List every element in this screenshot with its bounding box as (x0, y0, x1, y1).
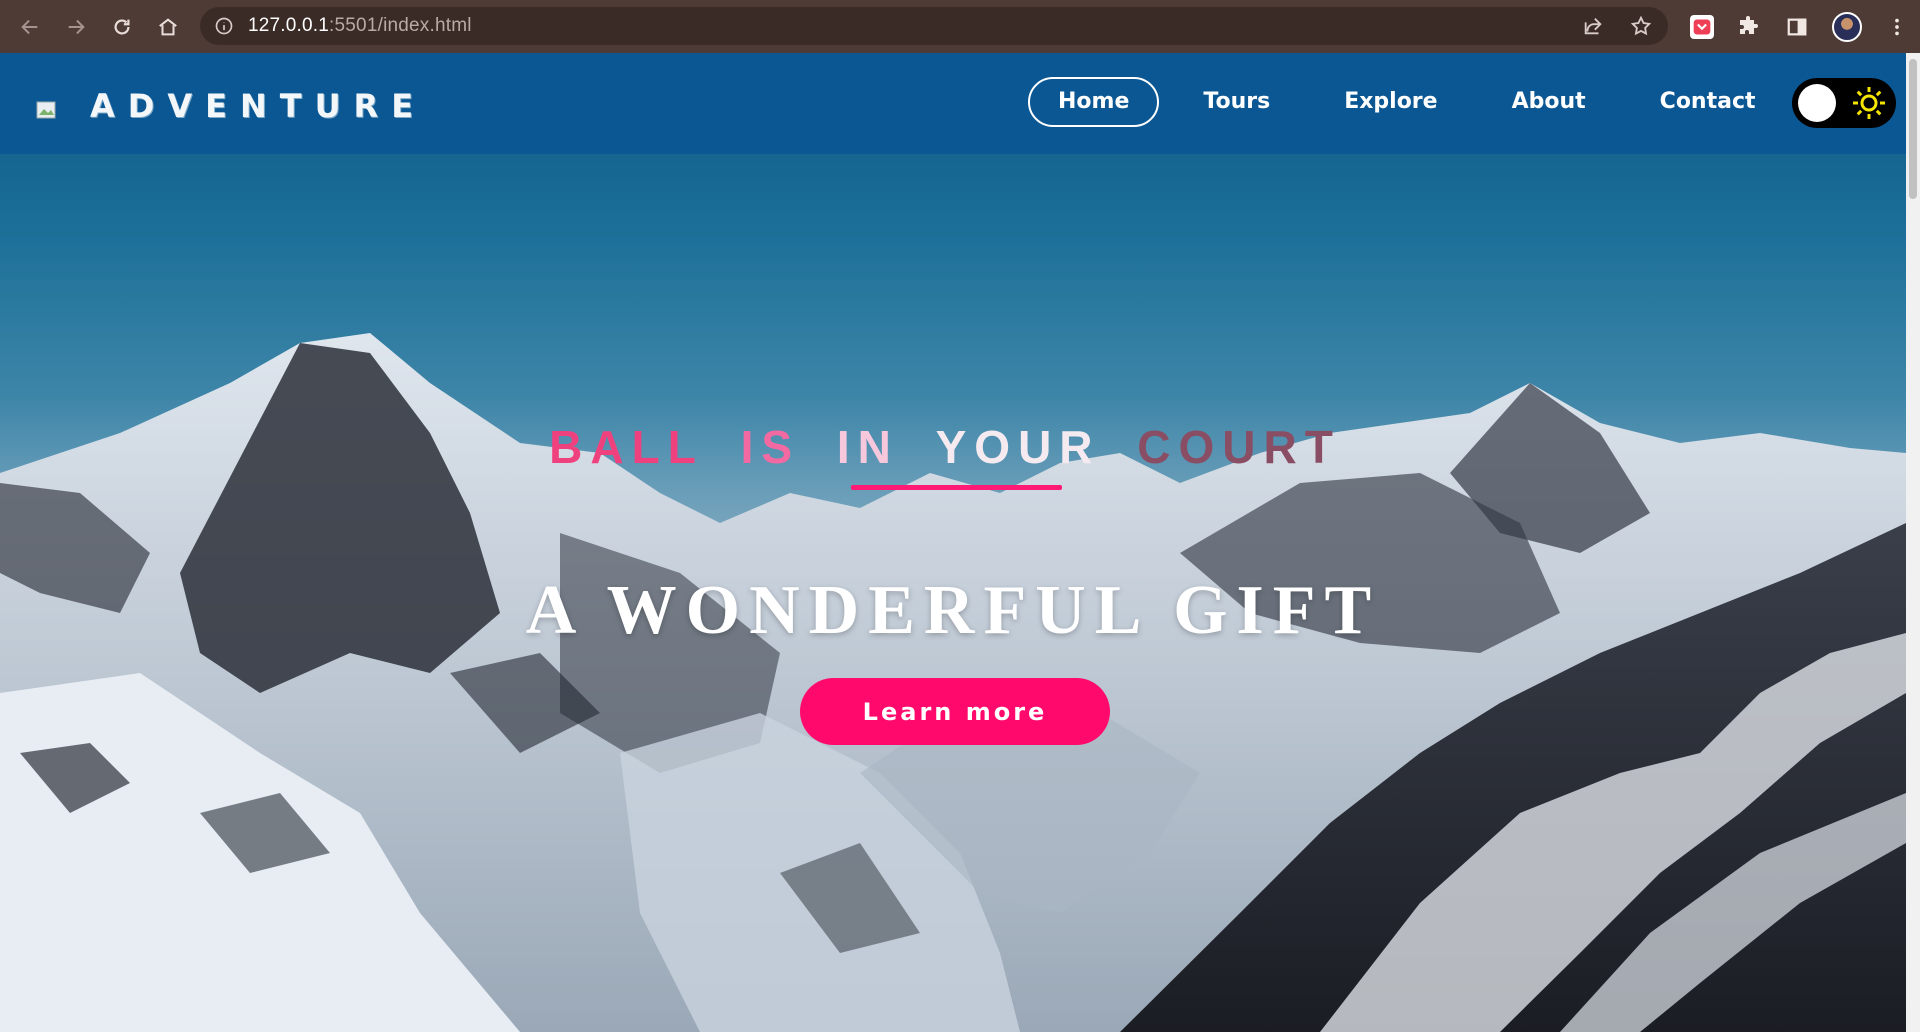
site-header: ADVENTURE Home Tours Explore About Conta… (0, 53, 1906, 154)
tagline-word-3: IN (836, 421, 899, 473)
browser-menu-icon[interactable] (1884, 14, 1910, 40)
browser-toolbar: 127.0.0.1:5501/index.html (0, 0, 1920, 53)
hero-tagline: BALL IS IN YOUR COURT (0, 420, 1906, 474)
home-icon[interactable] (150, 9, 186, 45)
tagline-underline (851, 485, 1062, 490)
learn-more-button[interactable]: Learn more (800, 678, 1110, 745)
mountain-background-image (0, 333, 1906, 1032)
forward-arrow-icon[interactable] (58, 9, 94, 45)
scrollbar-thumb[interactable] (1909, 59, 1917, 199)
reload-icon[interactable] (104, 9, 140, 45)
sun-icon (1852, 86, 1886, 120)
tagline-word-4: YOUR (935, 421, 1101, 473)
nav-link-tours[interactable]: Tours (1173, 77, 1300, 127)
hero-headline: A WONDERFUL GIFT (525, 572, 1381, 649)
main-navigation: Home Tours Explore About Contact (1028, 77, 1786, 127)
nav-link-home[interactable]: Home (1028, 77, 1160, 127)
tagline-word-1: BALL (549, 421, 704, 473)
tagline-word-5: COURT (1137, 421, 1341, 473)
site-info-icon[interactable] (214, 16, 234, 36)
back-arrow-icon[interactable] (12, 9, 48, 45)
theme-toggle-switch[interactable] (1792, 78, 1896, 128)
nav-link-about[interactable]: About (1482, 77, 1616, 127)
url-path: :5501/index.html (329, 15, 472, 36)
address-bar[interactable]: 127.0.0.1:5501/index.html (200, 7, 1668, 45)
pocket-extension-icon[interactable] (1690, 15, 1714, 39)
url-text: 127.0.0.1:5501/index.html (248, 15, 472, 37)
bookmark-star-icon[interactable] (1630, 15, 1652, 42)
toggle-knob (1798, 84, 1836, 122)
share-icon[interactable] (1582, 15, 1604, 42)
extensions-puzzle-icon[interactable] (1736, 14, 1762, 40)
brand-logo-text[interactable]: ADVENTURE (90, 87, 426, 125)
profile-avatar[interactable] (1832, 12, 1862, 42)
page-scrollbar[interactable] (1906, 53, 1920, 1032)
hero-section: ADVENTURE Home Tours Explore About Conta… (0, 53, 1906, 1032)
tagline-word-2: IS (740, 421, 801, 473)
broken-logo-image (36, 99, 58, 121)
nav-link-contact[interactable]: Contact (1630, 77, 1786, 127)
page-viewport: ADVENTURE Home Tours Explore About Conta… (0, 53, 1906, 1032)
nav-link-explore[interactable]: Explore (1314, 77, 1467, 127)
side-panel-icon[interactable] (1784, 14, 1810, 40)
url-host: 127.0.0.1 (248, 15, 330, 36)
